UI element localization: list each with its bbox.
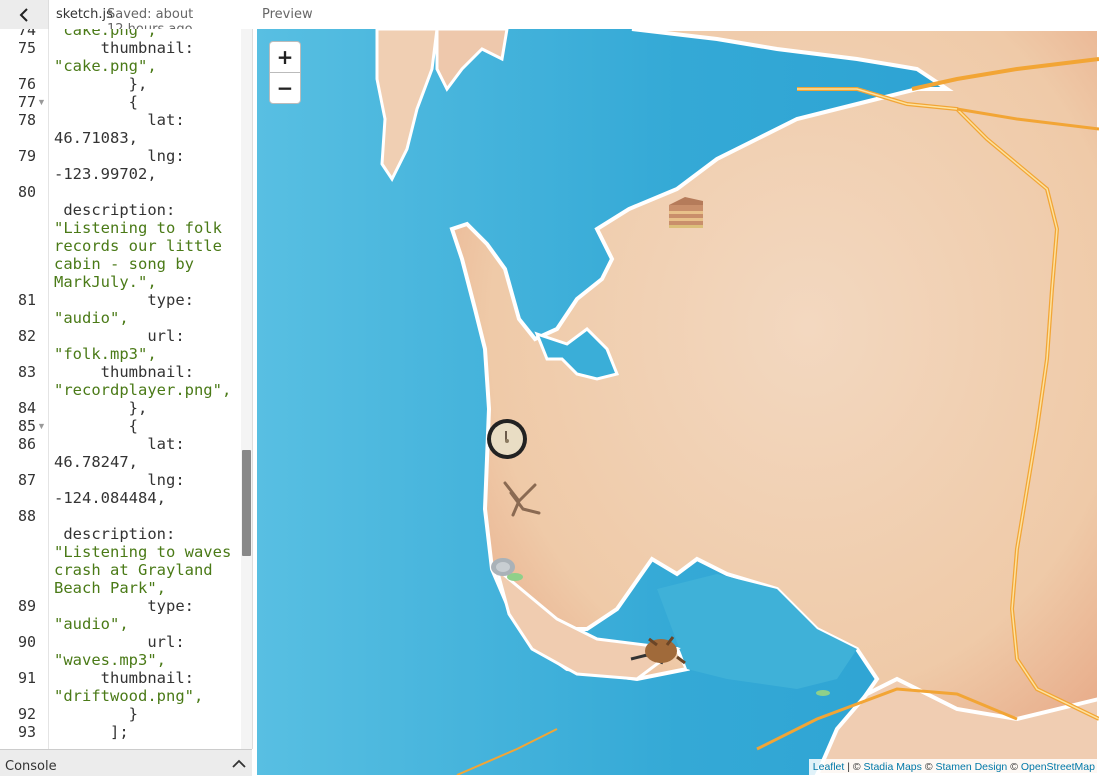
code-line[interactable]: ]; [54,723,129,741]
chevron-left-icon [19,7,28,22]
code-line[interactable]: "Listening to folk [54,219,222,237]
editor-scrollbar[interactable] [241,29,252,749]
driftwood-marker[interactable] [499,479,543,519]
code-line[interactable]: "audio", [54,615,129,633]
line-number: 92 [17,705,36,723]
code-line[interactable]: }, [54,75,148,93]
code-line[interactable]: description: [54,201,175,219]
code-line[interactable]: lat: [54,435,184,453]
line-number: 85 [17,417,36,435]
code-line[interactable]: 46.78247, [54,453,138,471]
code-line[interactable]: type: [54,597,194,615]
console-toggle-button[interactable] [230,756,248,772]
crab-icon [630,636,686,665]
line-number: 83 [17,363,36,381]
code-line[interactable]: cabin - song by [54,255,194,273]
code-line[interactable]: "Listening to waves [54,543,231,561]
code-line[interactable]: records our little [54,237,222,255]
code-line[interactable]: description: [54,525,175,543]
fold-arrow-icon[interactable]: ▼ [37,93,46,111]
code-line[interactable]: -123.99702, [54,165,157,183]
stadia-link[interactable]: Stadia Maps [864,761,922,773]
line-number: 84 [17,399,36,417]
code-line[interactable]: crash at Grayland [54,561,213,579]
shell-icon [491,558,515,576]
saved-status: Saved: about 12 hours ago [107,7,194,29]
code-line[interactable]: 46.71083, [54,129,138,147]
cake-icon [669,197,703,228]
line-number: 77 [17,93,36,111]
code-line[interactable]: }, [54,399,148,417]
zoom-out-button[interactable]: − [269,72,301,104]
line-number: 89 [17,597,36,615]
back-button[interactable] [0,0,49,29]
code-line[interactable]: thumbnail: [54,669,194,687]
line-number: 79 [17,147,36,165]
recordplayer-marker[interactable] [485,417,529,461]
top-bar: sketch.js Saved: about 12 hours ago Prev… [0,0,1099,29]
preview-label: Preview [262,7,313,22]
code-line[interactable]: thumbnail: [54,363,194,381]
console-label: Console [5,759,57,774]
leaflet-link[interactable]: Leaflet [813,761,845,773]
code-line[interactable]: "recordplayer.png", [54,381,231,399]
code-line[interactable]: type: [54,291,194,309]
zoom-in-button[interactable]: + [269,41,301,73]
line-number: 82 [17,327,36,345]
map-attribution: Leaflet | © Stadia Maps © Stamen Design … [808,759,1099,775]
line-number: 88 [17,507,36,525]
attribution-sep-2: © [921,761,936,773]
code-line[interactable]: "cake.png", [54,29,157,39]
code-line[interactable]: "waves.mp3", [54,651,166,669]
line-number: 75 [17,39,36,57]
driftwood-icon [503,481,541,517]
code-line[interactable]: { [54,93,138,111]
line-number: 86 [17,435,36,453]
line-number: 80 [17,183,36,201]
code-line[interactable]: Beach Park", [54,579,166,597]
code-line[interactable]: url: [54,633,184,651]
line-number: 78 [17,111,36,129]
line-number: 87 [17,471,36,489]
osm-link[interactable]: OpenStreetMap [1021,761,1095,773]
code-line[interactable]: -124.084484, [54,489,166,507]
code-line[interactable]: "driftwood.png", [54,687,203,705]
chevron-up-icon [232,759,246,768]
line-number: 81 [17,291,36,309]
editor-scroll-thumb[interactable] [242,450,251,556]
line-number: 90 [17,633,36,651]
line-gutter: 74 75 76 77 ▼ 78 79 80 81 82 83 84 85 ▼ 86 87 88 89 90 91 92… [0,29,49,749]
code-line[interactable]: "folk.mp3", [54,345,157,363]
code-line[interactable]: thumbnail: [54,39,194,57]
code-line[interactable]: url: [54,327,184,345]
code-line[interactable]: MarkJuly.", [54,273,157,291]
code-editor[interactable]: 74 75 76 77 ▼ 78 79 80 81 82 83 84 85 ▼ 86 87 88 89 90 91 92… [0,29,253,749]
attribution-sep-3: © [1007,761,1021,773]
code-line[interactable]: { [54,417,138,435]
stamen-link[interactable]: Stamen Design [935,761,1007,773]
line-number: 74 [17,29,36,39]
code-line[interactable]: lng: [54,147,184,165]
code-line[interactable]: "audio", [54,309,129,327]
line-number: 76 [17,75,36,93]
fold-arrow-icon[interactable]: ▼ [37,417,46,435]
waves-marker[interactable] [627,629,689,673]
file-name[interactable]: sketch.js [56,7,113,22]
code-line[interactable]: lat: [54,111,184,129]
code-line[interactable]: } [54,705,138,723]
code-line[interactable]: "cake.png", [54,57,157,75]
cake-marker[interactable] [665,191,707,235]
record-player-icon [487,419,527,459]
map-preview[interactable]: + − Leaflet | © Stadia Maps © Stamen Des… [257,29,1099,775]
code-line[interactable]: lng: [54,471,184,489]
line-number: 91 [17,669,36,687]
line-number: 93 [17,723,36,741]
attribution-sep-1: | © [844,761,864,773]
shell-marker[interactable] [489,555,519,581]
console-bar[interactable]: Console [0,749,252,776]
